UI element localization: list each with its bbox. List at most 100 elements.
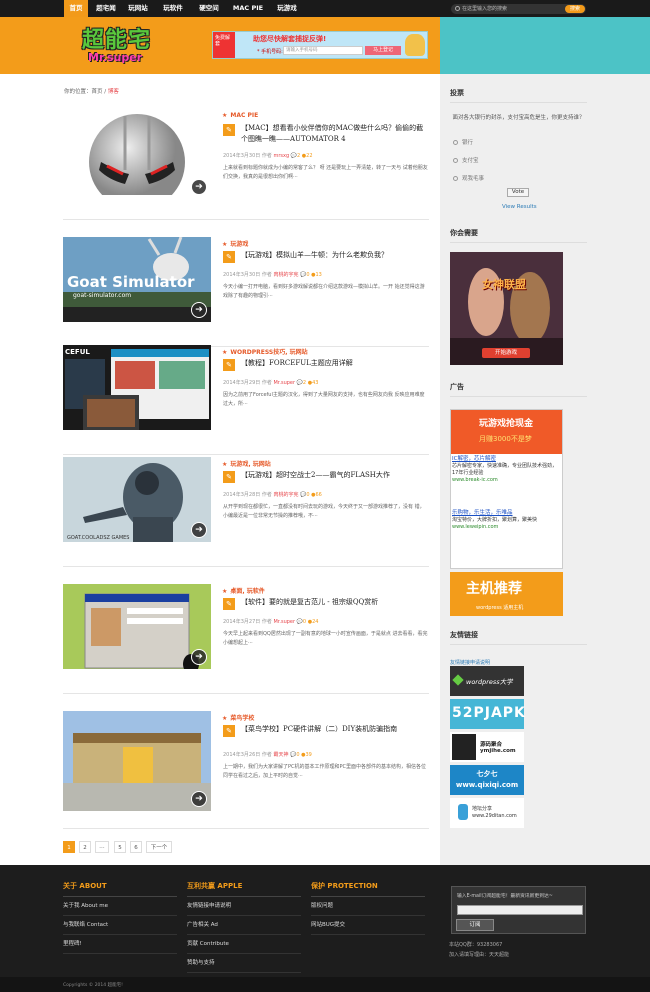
- friend-link-52pj[interactable]: 52PJAPK: [450, 699, 525, 729]
- search-button[interactable]: 搜索: [565, 5, 585, 13]
- post-comments: 0: [302, 619, 307, 625]
- post-author[interactable]: 霸天神: [273, 752, 288, 758]
- footer-link[interactable]: 贡献 Contribute: [187, 935, 301, 954]
- footer-link[interactable]: 与我联络 Contact: [63, 916, 177, 935]
- nav-macpie[interactable]: MAC PIE: [229, 0, 267, 17]
- nav-hardware[interactable]: 硬空间: [195, 0, 223, 17]
- ad-link-desc: 芯片解密专家，快速准确，专业团队技术强劲，17年行业经验: [452, 463, 558, 476]
- post-author[interactable]: 肉桃的宇宪: [273, 492, 298, 498]
- post-category[interactable]: ★ 玩游戏: [222, 239, 248, 248]
- nav-software[interactable]: 玩软件: [159, 0, 187, 17]
- arrow-right-icon[interactable]: ➔: [191, 302, 207, 318]
- poll-option-label: 支付宝: [462, 158, 479, 164]
- post-category[interactable]: ★ 玩游戏, 玩网站: [222, 459, 271, 468]
- footer-link[interactable]: 友情链接申请说明: [187, 897, 301, 916]
- header-banner-ad[interactable]: 免费解套 助您尽快解套捕捉反弹! * 手机号码: 请输入手机号码 马上登记: [212, 31, 428, 59]
- friends-apply-link[interactable]: 友情链接申请说明: [450, 659, 490, 666]
- site-logo[interactable]: 超能宅 Mr.super: [82, 22, 168, 70]
- post-author[interactable]: Mr.super: [273, 380, 295, 386]
- post-thumbnail[interactable]: ➔: [63, 711, 211, 811]
- ad-link-url[interactable]: www.leweipin.com: [452, 524, 561, 531]
- friend-link-qixiqi[interactable]: 七夕七 www.qixiqi.com: [450, 765, 524, 795]
- text-ad[interactable]: 玩游戏抢现金 月赚3000不是梦 IC解密，芯片解密 芯片解密专家，快速准确，专…: [450, 409, 563, 569]
- post-title[interactable]: 【软件】要的就是复古范儿 - 祖宗级QQ赏析: [241, 597, 427, 608]
- host-ad[interactable]: 主机推荐 wordpress 适用主机: [450, 572, 563, 616]
- arrow-right-icon[interactable]: ➔: [191, 791, 207, 807]
- star-icon: ★: [222, 461, 228, 468]
- footer-link[interactable]: 里程碑!: [63, 935, 177, 954]
- game-ad[interactable]: 女神联盟 开始游戏: [450, 252, 563, 365]
- ad-link-block[interactable]: 乐购物，乐生活，乐唯品 淘宝特价，大牌折扣，聚划算，聚美快 www.leweip…: [452, 510, 561, 531]
- post-category[interactable]: ★ 菜鸟学校: [222, 713, 254, 722]
- post-title[interactable]: 【MAC】想看看小伙伴借你的MAC做些什么吗？偷偷的截个图瞧一瞧——AUTOMA…: [241, 123, 427, 145]
- post-thumbnail[interactable]: CEFUL: [63, 345, 211, 430]
- footer-link[interactable]: 赞助与支持: [187, 954, 301, 973]
- poll-option[interactable]: 银行: [453, 138, 473, 146]
- poll-option-label: 银行: [462, 140, 474, 146]
- post-title[interactable]: 【玩游戏】模拟山羊—牛顿：为什么老欺负我？: [241, 250, 427, 261]
- post-excerpt: 从开学到现在都很忙，一直都没有时间去玩的游戏，今天终于又一部游戏推荐了，没有 错…: [223, 504, 425, 519]
- top-nav: 首页 超宅闻 玩网站 玩软件 硬空间 MAC PIE 玩游戏 在这里输入您的搜索…: [0, 0, 650, 17]
- post-category[interactable]: ★ MAC PIE: [222, 112, 258, 119]
- post-category[interactable]: ★ 桌面, 玩软件: [222, 586, 265, 595]
- radio-icon[interactable]: [453, 176, 458, 181]
- nav-games[interactable]: 玩游戏: [273, 0, 301, 17]
- poll-option[interactable]: 观我毛事: [453, 174, 484, 182]
- post-author[interactable]: Mr.super: [273, 619, 295, 625]
- post-thumbnail[interactable]: ➔: [63, 584, 211, 669]
- arrow-right-icon[interactable]: ➔: [191, 649, 207, 665]
- footer-link[interactable]: 网站BUG提交: [311, 916, 425, 935]
- post-thumbnail[interactable]: ➔: [63, 110, 211, 195]
- ad-link-block[interactable]: IC解密，芯片解密 芯片解密专家，快速准确，专业团队技术强劲，17年行业经验 w…: [452, 456, 561, 484]
- page-2[interactable]: 2: [79, 841, 91, 853]
- post-category-label: MAC PIE: [230, 112, 259, 119]
- page-6[interactable]: 6: [130, 841, 142, 853]
- svg-text:goat-simulator.com: goat-simulator.com: [73, 292, 131, 299]
- page-next[interactable]: 下一个: [146, 841, 172, 853]
- post-category[interactable]: ★ WORDPRESS技巧, 玩网站: [222, 347, 308, 356]
- arrow-right-icon[interactable]: ➔: [191, 522, 207, 538]
- post-meta: 2014年3月30日 作者 mrsxg 💬2 ●22: [223, 153, 313, 159]
- page-1[interactable]: 1: [63, 841, 75, 853]
- view-results-link[interactable]: View Results: [502, 204, 537, 210]
- goat-simulator-image: Goat Simulator goat-simulator.com: [63, 237, 211, 322]
- post-title[interactable]: 【教程】FORCEFUL主题应用详解: [241, 358, 427, 369]
- post-title[interactable]: 【玩游戏】超时空战士2——霸气的FLASH大作: [241, 470, 427, 481]
- footer-link[interactable]: 版权问题: [311, 897, 425, 916]
- banner-submit-button[interactable]: 马上登记: [365, 46, 401, 55]
- subscribe-button[interactable]: 订阅: [456, 919, 494, 931]
- post-author[interactable]: 肉桃的宇宪: [273, 272, 298, 278]
- friend-link-ymjihe[interactable]: 源码聚合 ymjihe.com: [450, 732, 524, 762]
- footer-link[interactable]: 关于我 About me: [63, 897, 177, 916]
- search-box[interactable]: 在这里输入您的搜索 搜索: [451, 4, 586, 14]
- footer-col-title: 关于 ABOUT: [63, 881, 177, 897]
- ad-link-title[interactable]: 乐购物，乐生活，乐唯品: [452, 510, 561, 517]
- ad-banner: 玩游戏抢现金 月赚3000不是梦: [451, 410, 562, 454]
- post-thumbnail[interactable]: Goat Simulator goat-simulator.com ➔: [63, 237, 211, 322]
- friend-link-29ditan[interactable]: 地坛分享 www.29ditan.com: [450, 798, 524, 828]
- nav-sites[interactable]: 玩网站: [124, 0, 152, 17]
- ad-link-title[interactable]: IC解密，芯片解密: [452, 456, 561, 463]
- nav-home[interactable]: 首页: [64, 0, 88, 17]
- poll-option[interactable]: 支付宝: [453, 156, 479, 164]
- post-author[interactable]: mrsxg: [273, 153, 289, 159]
- post-thumbnail[interactable]: GOAT.COOLADSZ GAMES ➔: [63, 457, 211, 542]
- friend-link-wpdaxue[interactable]: wordpress大学: [450, 666, 524, 696]
- radio-icon[interactable]: [453, 140, 458, 145]
- vote-button[interactable]: Vote: [507, 188, 529, 197]
- footer-link[interactable]: 广告相关 Ad: [187, 916, 301, 935]
- game-ad-button[interactable]: 开始游戏: [482, 348, 530, 358]
- nav-news[interactable]: 超宅闻: [93, 0, 119, 17]
- ad-banner-headline: 玩游戏抢现金: [479, 419, 534, 429]
- breadcrumb-home[interactable]: 首页: [92, 89, 103, 95]
- post-views: 66: [315, 492, 322, 498]
- radio-icon[interactable]: [453, 158, 458, 163]
- search-input[interactable]: 在这里输入您的搜索: [462, 4, 507, 14]
- arrow-right-icon[interactable]: ➔: [191, 179, 207, 195]
- post-item: ➔ ★ MAC PIE ✎ 【MAC】想看看小伙伴借你的MAC做些什么吗？偷偷的截…: [63, 110, 429, 220]
- subscribe-email-input[interactable]: [457, 905, 583, 915]
- banner-phone-input[interactable]: 请输入手机号码: [283, 46, 363, 55]
- page-5[interactable]: 5: [114, 841, 126, 853]
- ad-link-url[interactable]: www.break-ic.com: [452, 477, 561, 484]
- post-title[interactable]: 【菜鸟学校】PC硬件讲解（二）DIY装机防骗指南: [241, 724, 427, 735]
